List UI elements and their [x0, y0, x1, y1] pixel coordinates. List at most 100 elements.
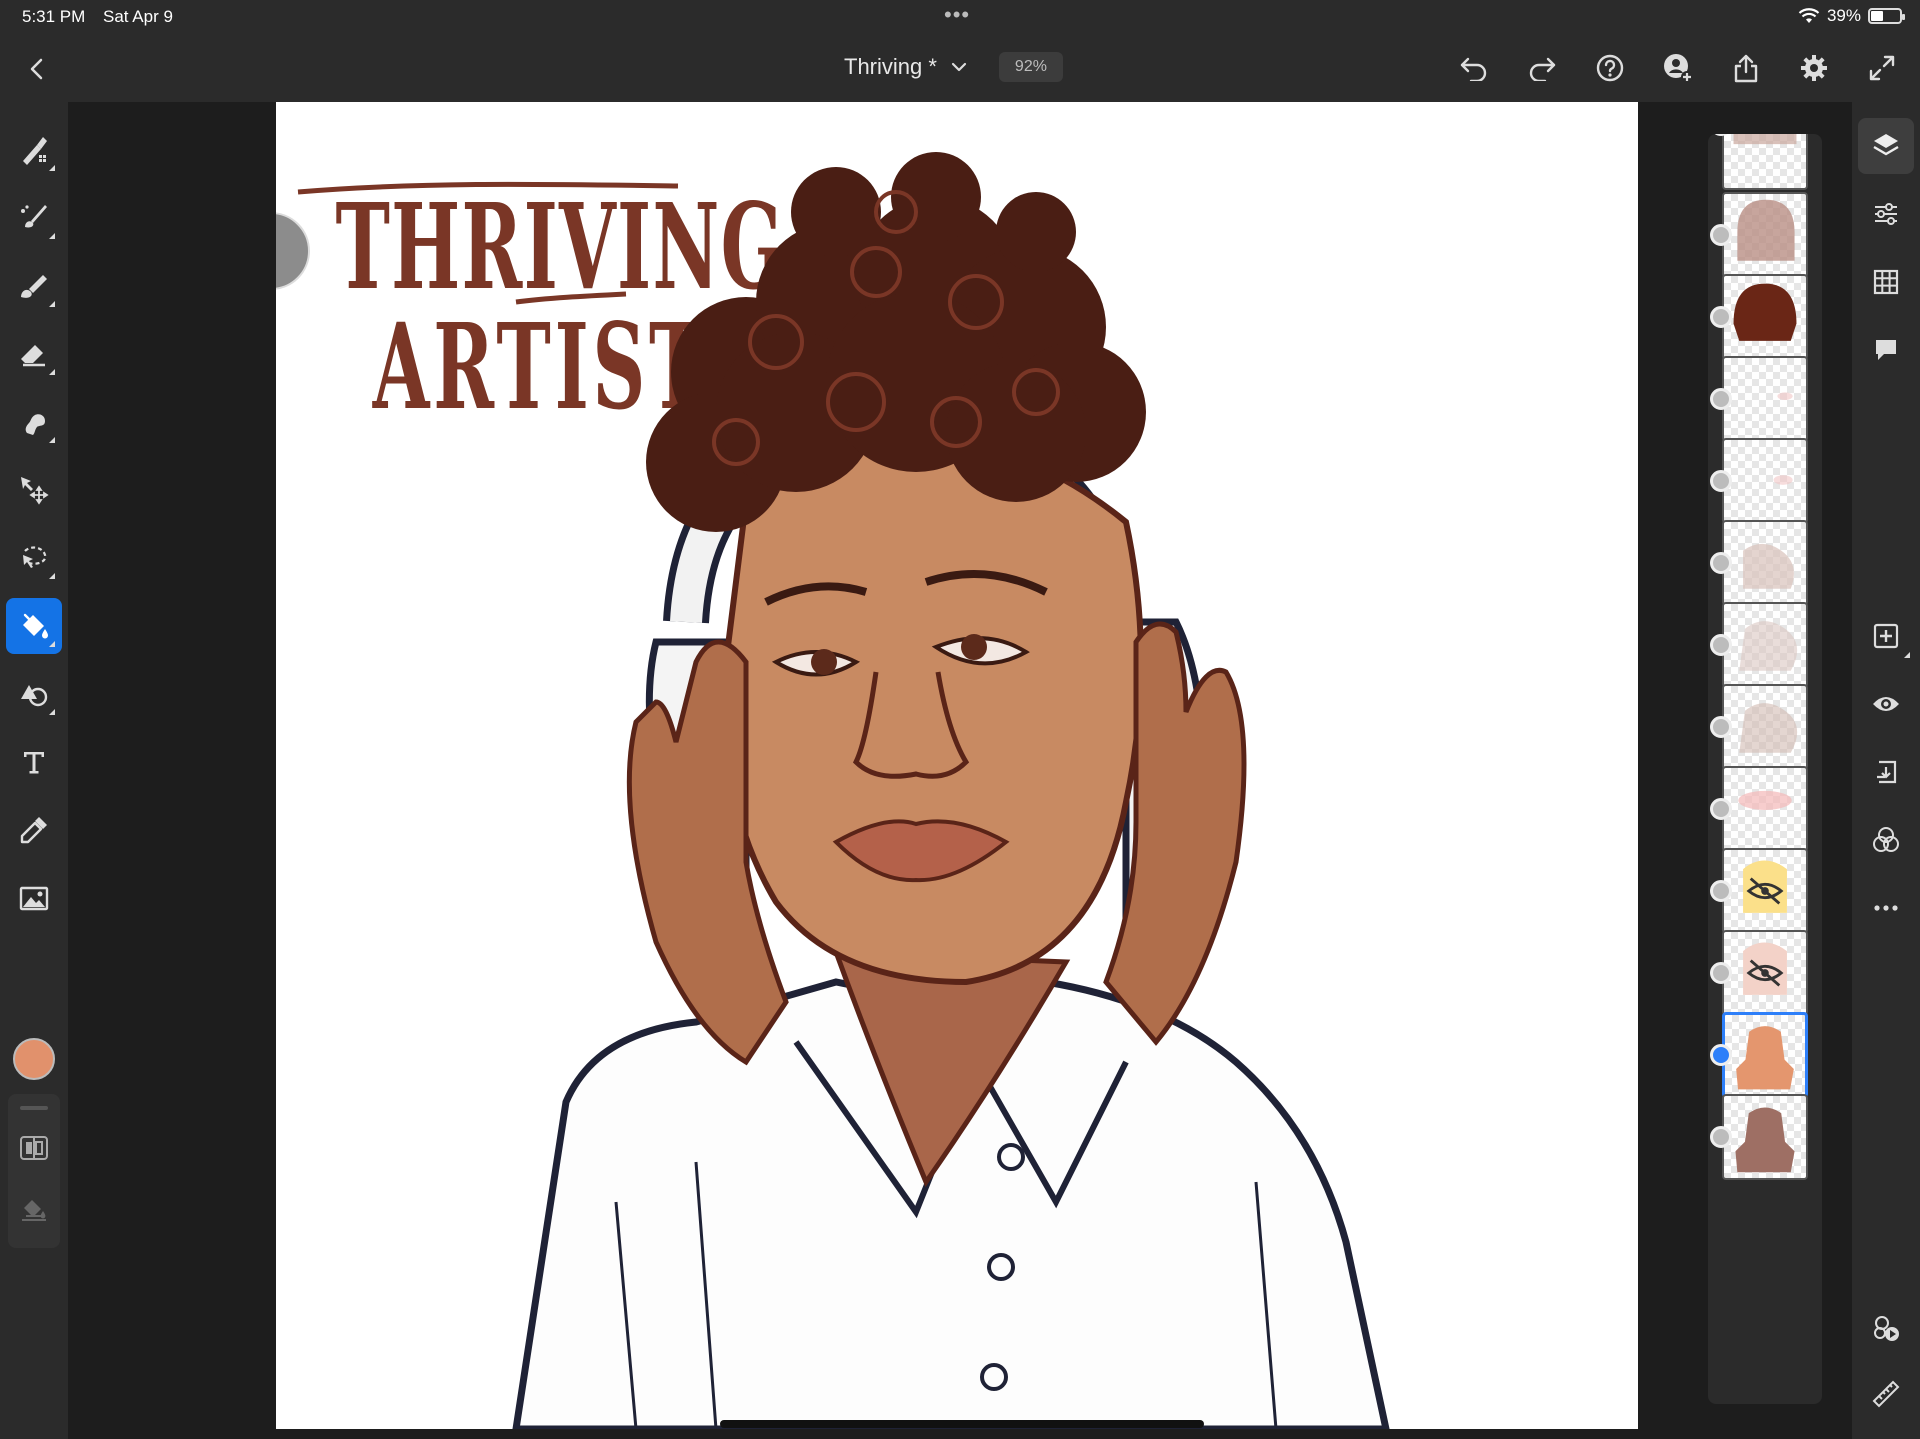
adjustments-button[interactable]	[1858, 186, 1914, 242]
chevron-down-icon[interactable]	[949, 57, 969, 77]
visibility-button[interactable]	[1858, 676, 1914, 732]
settings-icon	[1801, 55, 1827, 81]
symmetry-tool[interactable]	[8, 1122, 60, 1174]
layer-visibility-dot[interactable]	[1710, 798, 1732, 820]
selection-tool[interactable]	[6, 530, 62, 586]
shapes-icon	[21, 685, 48, 707]
zoom-level[interactable]: 92%	[998, 52, 1063, 82]
layer-thumbnail[interactable]	[1722, 1094, 1808, 1180]
layer-thumbnail-hidden[interactable]	[1722, 848, 1808, 934]
ruler-icon	[1872, 1380, 1900, 1408]
wifi-icon	[1798, 8, 1820, 23]
comments-icon	[1876, 340, 1896, 360]
home-indicator[interactable]	[720, 1420, 1204, 1428]
layer-preview	[1736, 1026, 1794, 1090]
grid-button[interactable]	[1858, 254, 1914, 310]
layer-visibility-dot[interactable]	[1710, 306, 1732, 328]
fullscreen-button[interactable]	[1862, 50, 1902, 86]
transform-icon	[21, 477, 49, 505]
settings-button[interactable]	[1794, 50, 1834, 86]
merge-icon	[1877, 760, 1897, 784]
layer-visibility-dot[interactable]	[1710, 962, 1732, 984]
add-layer-button[interactable]	[1858, 608, 1914, 664]
artwork-canvas[interactable]: THRIVING ARTIST	[276, 102, 1638, 1429]
fill-options-icon	[22, 1200, 46, 1221]
layer-thumbnail[interactable]	[1722, 356, 1808, 442]
layer-visibility-dot[interactable]	[1710, 1044, 1732, 1066]
layer-visibility-dot[interactable]	[1710, 470, 1732, 492]
layer-preview	[1743, 860, 1787, 913]
pixel-brush-tool[interactable]	[6, 122, 62, 178]
live-brush-tool[interactable]	[6, 190, 62, 246]
layer-thumbnail[interactable]	[1722, 438, 1808, 524]
image-tool[interactable]	[6, 870, 62, 926]
artwork-illustration: THRIVING ARTIST	[297, 152, 1390, 1429]
redo-button[interactable]	[1522, 50, 1562, 86]
blend-button[interactable]	[1858, 812, 1914, 868]
back-button[interactable]	[22, 54, 52, 84]
blend-icon	[1873, 827, 1899, 852]
current-color-swatch[interactable]	[13, 1038, 55, 1080]
layer-thumbnail[interactable]	[1722, 274, 1808, 360]
timelapse-button[interactable]	[1858, 1300, 1914, 1356]
layer-thumbnail[interactable]	[1722, 684, 1808, 770]
layer-visibility-dot[interactable]	[1710, 224, 1732, 246]
smudge-tool[interactable]	[6, 394, 62, 450]
right-rail	[1852, 102, 1920, 1439]
undo-button[interactable]	[1454, 50, 1494, 86]
layer-thumbnail[interactable]	[1722, 766, 1808, 852]
share-button[interactable]	[1726, 50, 1766, 86]
eraser-icon	[21, 345, 45, 367]
smudge-icon	[25, 414, 45, 435]
app-window: 5:31 PM Sat Apr 9 ••• 39% Thriving * 92%	[0, 0, 1920, 1439]
vector-brush-tool[interactable]	[6, 258, 62, 314]
transform-tool[interactable]	[6, 462, 62, 518]
grid-icon	[1873, 269, 1899, 295]
layer-thumbnail[interactable]	[1722, 134, 1808, 190]
help-button[interactable]	[1590, 50, 1630, 86]
undo-icon	[1460, 57, 1487, 81]
top-actions	[1454, 50, 1902, 86]
layer-visibility-dot[interactable]	[1710, 552, 1732, 574]
chevron-left-icon	[30, 58, 43, 80]
pixel-brush-icon	[23, 137, 47, 165]
layer-thumbnail-hidden[interactable]	[1722, 930, 1808, 1016]
document-title[interactable]: Thriving *	[844, 54, 937, 80]
type-tool[interactable]	[6, 734, 62, 790]
layer-visibility-dot[interactable]	[1710, 1126, 1732, 1148]
layer-thumbnail[interactable]	[1722, 602, 1808, 688]
layers-button[interactable]	[1858, 118, 1914, 174]
fill-tool[interactable]	[6, 598, 62, 654]
workspace: THRIVING ARTIST	[68, 102, 1852, 1439]
layers-panel	[1708, 134, 1822, 1404]
layer-preview	[1738, 790, 1792, 810]
layer-visibility-dot[interactable]	[1710, 880, 1732, 902]
layer-preview	[1773, 475, 1793, 485]
layer-thumbnail[interactable]	[1722, 520, 1808, 606]
layer-preview	[1739, 703, 1798, 753]
layer-preview	[1743, 942, 1787, 995]
eraser-tool[interactable]	[6, 326, 62, 382]
status-bar: 5:31 PM Sat Apr 9 ••• 39%	[0, 0, 1920, 34]
grip-handle[interactable]	[20, 1106, 48, 1110]
tool-options-group	[8, 1094, 60, 1248]
more-button[interactable]	[1858, 880, 1914, 936]
ruler-button[interactable]	[1858, 1366, 1914, 1422]
fill-options-tool[interactable]	[8, 1184, 60, 1236]
comments-button[interactable]	[1858, 322, 1914, 378]
layer-thumbnail-selected[interactable]	[1722, 1012, 1808, 1098]
layer-preview	[1733, 134, 1797, 145]
layer-visibility-dot[interactable]	[1710, 388, 1732, 410]
invite-button[interactable]	[1658, 50, 1698, 86]
layer-visibility-dot[interactable]	[1710, 716, 1732, 738]
merge-button[interactable]	[1858, 744, 1914, 800]
layer-visibility-dot[interactable]	[1710, 634, 1732, 656]
layer-preview	[1743, 543, 1794, 589]
more-icon	[1874, 905, 1898, 911]
ellipsis-icon[interactable]: •••	[944, 2, 970, 28]
layer-thumbnail[interactable]	[1722, 192, 1808, 278]
eyedropper-tool[interactable]	[6, 802, 62, 858]
document-title-group[interactable]: Thriving * 92%	[844, 52, 1063, 82]
vector-brush-icon	[21, 275, 47, 298]
shapes-tool[interactable]	[6, 666, 62, 722]
